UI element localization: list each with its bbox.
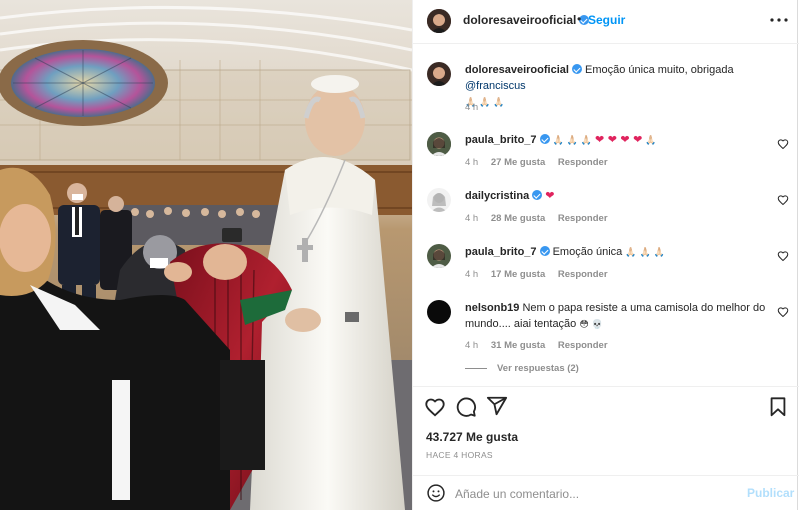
comment-time[interactable]: 4 h bbox=[465, 157, 478, 168]
paper-plane-icon[interactable] bbox=[486, 395, 508, 417]
comment-emoji-trail: 🙏🏻 bbox=[645, 136, 657, 146]
verified-badge-icon bbox=[539, 246, 550, 256]
publish-button[interactable]: Publicar bbox=[747, 486, 794, 500]
owner-username[interactable]: doloresaveirooficial bbox=[463, 13, 590, 27]
comment-time[interactable]: 4 h bbox=[465, 213, 478, 224]
replies-divider bbox=[465, 367, 487, 369]
comment-hearts: ❤ bbox=[545, 189, 555, 202]
comment-emojis: 😳 💀 bbox=[579, 320, 603, 330]
commenter-avatar[interactable] bbox=[427, 132, 451, 156]
more-horizontal-icon[interactable] bbox=[767, 8, 791, 32]
heart-outline-icon[interactable] bbox=[777, 194, 789, 206]
post-header: doloresaveirooficial • Seguir bbox=[413, 0, 799, 44]
comment-bubble-icon[interactable] bbox=[455, 396, 477, 418]
view-replies-label: Ver respuestas (2) bbox=[497, 363, 579, 374]
verified-badge-icon bbox=[571, 64, 582, 74]
comment-meta: 4 h 17 Me gusta Responder bbox=[465, 269, 618, 280]
comment-emojis: 🙏🏻 🙏🏻 🙏🏻 bbox=[625, 248, 665, 258]
comment-hearts: ❤ ❤ ❤ ❤ bbox=[595, 133, 643, 146]
bookmark-icon[interactable] bbox=[767, 396, 789, 418]
comment-meta: 4 h 31 Me gusta Responder bbox=[465, 340, 618, 351]
comment-text: paula_brito_7 Emoção única 🙏🏻 🙏🏻 🙏🏻 bbox=[465, 244, 770, 261]
post-photo[interactable] bbox=[0, 0, 412, 510]
smiley-face-icon[interactable] bbox=[426, 483, 446, 503]
owner-avatar[interactable] bbox=[427, 9, 451, 33]
reply-button[interactable]: Responder bbox=[558, 157, 608, 168]
post-side-panel: doloresaveirooficial • Seguir doloresave… bbox=[412, 0, 799, 510]
comment-text: nelsonb19 Nem o papa resiste a uma camis… bbox=[465, 300, 770, 333]
post-timestamp[interactable]: HACE 4 HORAS bbox=[426, 450, 493, 460]
reply-button[interactable]: Responder bbox=[558, 269, 608, 280]
caption-avatar[interactable] bbox=[427, 62, 451, 86]
reply-button[interactable]: Responder bbox=[558, 340, 608, 351]
comment-time[interactable]: 4 h bbox=[465, 340, 478, 351]
heart-outline-icon[interactable] bbox=[424, 396, 446, 418]
caption-meta: 4 h bbox=[465, 102, 488, 113]
comment-input[interactable] bbox=[455, 484, 735, 504]
comment-emojis: 🙏🏻 🙏🏻 🙏🏻 bbox=[552, 136, 592, 146]
comment-text: dailycristina ❤ bbox=[465, 188, 770, 204]
comment-likes[interactable]: 17 Me gusta bbox=[491, 269, 545, 280]
caption-mention[interactable]: @franciscus bbox=[465, 80, 526, 92]
caption-body: Emoção única muito, obrigada bbox=[585, 64, 734, 76]
comments-list[interactable]: doloresaveirooficial Emoção única muito,… bbox=[413, 45, 799, 385]
commenter-avatar[interactable] bbox=[427, 188, 451, 212]
comment-likes[interactable]: 28 Me gusta bbox=[491, 213, 545, 224]
verified-badge-icon bbox=[532, 190, 543, 200]
commenter-avatar[interactable] bbox=[427, 244, 451, 268]
comment-likes[interactable]: 31 Me gusta bbox=[491, 340, 545, 351]
caption-username[interactable]: doloresaveirooficial bbox=[465, 64, 569, 76]
comment-username[interactable]: dailycristina bbox=[465, 190, 529, 202]
comment-meta: 4 h 27 Me gusta Responder bbox=[465, 157, 618, 168]
comment-time[interactable]: 4 h bbox=[465, 269, 478, 280]
reply-button[interactable]: Responder bbox=[558, 213, 608, 224]
heart-outline-icon[interactable] bbox=[777, 306, 789, 318]
comment-likes[interactable]: 27 Me gusta bbox=[491, 157, 545, 168]
header-separator: • bbox=[577, 12, 582, 26]
add-comment-form: Publicar bbox=[413, 475, 799, 510]
comment-username[interactable]: paula_brito_7 bbox=[465, 134, 537, 146]
verified-badge-icon bbox=[539, 134, 550, 144]
like-count[interactable]: 43.727 Me gusta bbox=[426, 430, 518, 444]
caption-text: doloresaveirooficial Emoção única muito,… bbox=[465, 62, 770, 111]
caption-time[interactable]: 4 h bbox=[465, 102, 478, 113]
comment-username[interactable]: paula_brito_7 bbox=[465, 246, 537, 258]
view-replies-button[interactable]: Ver respuestas (2) bbox=[465, 363, 579, 374]
comment-username[interactable]: nelsonb19 bbox=[465, 302, 519, 314]
follow-button[interactable]: Seguir bbox=[588, 13, 625, 27]
comment-text: paula_brito_7 🙏🏻 🙏🏻 🙏🏻 ❤ ❤ ❤ ❤ 🙏🏻 bbox=[465, 132, 770, 149]
action-bar: 43.727 Me gusta HACE 4 HORAS Publicar bbox=[413, 386, 799, 510]
comment-meta: 4 h 28 Me gusta Responder bbox=[465, 213, 618, 224]
photo-illustration bbox=[0, 0, 412, 510]
commenter-avatar[interactable] bbox=[427, 300, 451, 324]
heart-outline-icon[interactable] bbox=[777, 250, 789, 262]
heart-outline-icon[interactable] bbox=[777, 138, 789, 150]
comment-body: Emoção única bbox=[552, 246, 623, 258]
